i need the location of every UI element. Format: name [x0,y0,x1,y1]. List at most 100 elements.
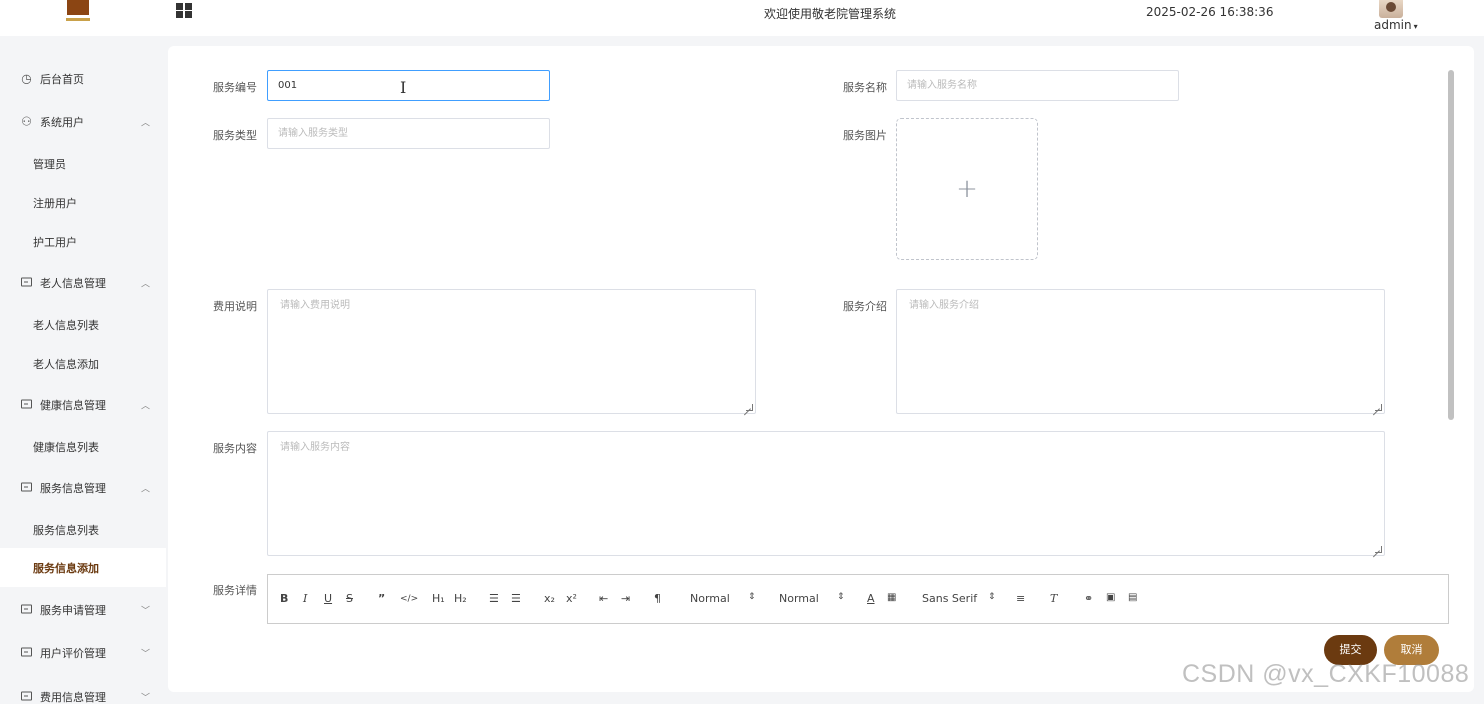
underline-icon[interactable]: U [324,592,332,605]
service-intro-textarea[interactable]: 请输入服务介绍 [896,289,1385,414]
text-direction-icon[interactable]: ¶ [654,592,661,605]
sidebar-group-health-info[interactable]: 健康信息管理 ︿ [0,385,166,424]
sidebar-item-home[interactable]: ◷ 后台首页 [0,59,166,98]
sidebar-item-label: 注册用户 [33,196,77,210]
image-upload[interactable]: + [896,118,1038,260]
sidebar-item-label: 健康信息列表 [33,440,99,454]
service-intro-label: 服务介绍 [843,300,887,313]
service-content-label: 服务内容 [213,442,257,455]
sidebar-item-label: 服务信息管理 [40,481,106,495]
background-color-icon[interactable]: ▦ [887,592,896,603]
chevron-up-icon: ︿ [141,484,151,494]
service-content-textarea[interactable]: 请输入服务内容 [267,431,1385,556]
sidebar-item-admins[interactable]: 管理员 [0,144,166,183]
link-icon[interactable]: ⚭ [1084,592,1093,605]
image-icon[interactable]: ▣ [1106,592,1115,603]
header-select[interactable]: Normal [690,592,730,605]
resize-grip-icon[interactable] [1375,546,1382,553]
service-no-input[interactable]: 001 [267,70,550,101]
service-name-label: 服务名称 [843,81,887,94]
h1-icon[interactable]: H₁ [432,592,445,605]
sidebar-item-label: 服务申请管理 [40,603,106,617]
bold-icon[interactable]: B [280,592,288,605]
sidebar-group-user-reviews[interactable]: 用户评价管理 ﹀ [0,633,166,672]
sidebar-item-registered-users[interactable]: 注册用户 [0,183,166,222]
sidebar-item-label: 健康信息管理 [40,398,106,412]
fee-desc-label: 费用说明 [213,300,257,313]
indent-icon[interactable]: ⇥ [621,592,630,605]
service-type-label: 服务类型 [213,129,257,142]
header-datetime: 2025-02-26 16:38:36 [1146,5,1274,19]
superscript-icon[interactable]: x² [566,592,577,605]
sidebar-item-label: 费用信息管理 [40,690,106,704]
card-icon [20,481,33,494]
blockquote-icon[interactable]: ” [378,592,385,605]
user-menu[interactable]: admin ▾ [1374,18,1418,32]
service-image-label: 服务图片 [843,129,887,142]
sidebar-item-label: 系统用户 [40,115,84,129]
sidebar-item-label: 老人信息列表 [33,318,99,332]
resize-grip-icon[interactable] [746,404,753,411]
chevron-down-icon: ﹀ [141,649,151,659]
outdent-icon[interactable]: ⇤ [599,592,608,605]
card-icon [20,603,33,616]
chevron-down-icon: ﹀ [141,693,151,703]
sidebar-group-elder-info[interactable]: 老人信息管理 ︿ [0,263,166,302]
watermark: CSDN @vx_CXKF10088 [1182,660,1470,688]
select-arrows-icon: ⇕ [988,592,996,602]
sidebar-group-fee-info[interactable]: 费用信息管理 ﹀ [0,677,166,704]
sidebar-item-label: 护工用户 [33,235,77,249]
sidebar-item-service-list[interactable]: 服务信息列表 [0,510,166,549]
sidebar-group-service-requests[interactable]: 服务申请管理 ﹀ [0,590,166,629]
select-arrows-icon: ⇕ [748,592,756,602]
sidebar-item-nurse-users[interactable]: 护工用户 [0,222,166,261]
header-title: 欢迎使用敬老院管理系统 [763,7,896,21]
service-name-input[interactable]: 请输入服务名称 [896,70,1179,101]
sidebar-group-system-users[interactable]: ⚇ 系统用户 ︿ [0,102,166,141]
sidebar-item-label: 服务信息添加 [33,561,99,575]
text-cursor-icon: I [400,78,407,97]
sidebar-item-elder-list[interactable]: 老人信息列表 [0,305,166,344]
sidebar-item-label: 老人信息管理 [40,276,106,290]
service-type-input[interactable]: 请输入服务类型 [267,118,550,149]
fee-desc-placeholder: 请输入费用说明 [280,300,350,311]
code-icon[interactable]: </> [400,594,418,604]
align-icon[interactable]: ≡ [1016,592,1025,605]
sidebar-item-elder-add[interactable]: 老人信息添加 [0,344,166,383]
subscript-icon[interactable]: x₂ [544,592,555,605]
sidebar-item-health-list[interactable]: 健康信息列表 [0,427,166,466]
service-content-placeholder: 请输入服务内容 [280,442,350,453]
sidebar-item-label: 管理员 [33,157,66,171]
rich-text-toolbar: B I U S ” </> H₁ H₂ ☰ ☰ x₂ x² ⇤ ⇥ ¶ Norm… [267,574,1449,624]
video-icon[interactable]: ▤ [1128,592,1137,603]
user-icon: ⚇ [21,114,32,128]
clear-format-icon[interactable]: T [1050,592,1057,605]
h2-icon[interactable]: H₂ [454,592,467,605]
user-name: admin [1374,18,1412,32]
font-select[interactable]: Sans Serif [922,592,977,605]
size-select[interactable]: Normal [779,592,819,605]
fee-desc-textarea[interactable]: 请输入费用说明 [267,289,756,414]
card-icon [20,398,33,411]
clock-icon: ◷ [21,71,32,85]
logo-icon [66,0,90,22]
top-header: 欢迎使用敬老院管理系统 2025-02-26 16:38:36 admin ▾ [0,0,1484,36]
ordered-list-icon[interactable]: ☰ [489,592,499,605]
sidebar-item-label: 老人信息添加 [33,357,99,371]
menu-toggle-icon[interactable] [176,3,193,19]
strike-icon[interactable]: S [346,592,353,605]
resize-grip-icon[interactable] [1375,404,1382,411]
italic-icon[interactable]: I [303,592,307,605]
sidebar-item-service-add[interactable]: 服务信息添加 [0,548,166,587]
bullet-list-icon[interactable]: ☰ [511,592,521,605]
chevron-down-icon: ﹀ [141,606,151,616]
scrollbar[interactable] [1448,70,1454,420]
sidebar-item-label: 用户评价管理 [40,646,106,660]
sidebar-group-service-info[interactable]: 服务信息管理 ︿ [0,468,166,507]
select-arrows-icon: ⇕ [837,592,845,602]
avatar[interactable] [1379,0,1403,18]
service-intro-placeholder: 请输入服务介绍 [909,300,979,311]
chevron-up-icon: ︿ [141,401,151,411]
card-icon [20,690,33,703]
font-color-icon[interactable]: A [867,592,875,605]
